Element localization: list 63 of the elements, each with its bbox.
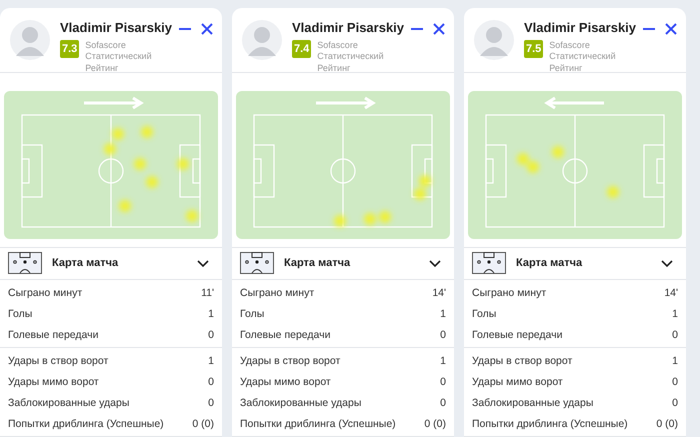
stat-value: 1 — [672, 354, 678, 366]
rating-label: Sofascore Статистический Рейтинг — [549, 40, 617, 74]
stat-value: 0 — [440, 396, 446, 408]
stat-value: 1 — [440, 354, 446, 366]
stat-label: Голы — [240, 308, 264, 320]
stat-value: 0 — [440, 376, 446, 388]
stat-value: 0 — [208, 376, 214, 388]
stat-value: 14' — [664, 286, 678, 298]
stat-value: 14' — [432, 286, 446, 298]
stat-label: Сыграно минут — [472, 286, 546, 298]
rating-badge: 7.5 — [524, 40, 544, 58]
avatar-icon — [474, 20, 514, 60]
stat-value: 1 — [440, 308, 446, 320]
stat-value: 0 (0) — [424, 418, 446, 430]
stat-label: Заблокированные удары — [240, 396, 362, 408]
stat-value: 0 — [208, 396, 214, 408]
stat-label: Попытки дриблинга (Успешные) — [472, 418, 628, 430]
close-icon — [664, 22, 678, 36]
stat-value: 0 — [208, 328, 214, 340]
player-name: Vladimir Pisarskiy — [292, 20, 404, 36]
stat-label: Попытки дриблинга (Успешные) — [8, 418, 164, 430]
rating-badge: 7.3 — [60, 40, 80, 58]
pitch-icon — [240, 252, 274, 274]
stat-value: 1 — [208, 354, 214, 366]
stat-label: Голевые передачи — [8, 328, 98, 340]
player-name: Vladimir Pisarskiy — [524, 20, 636, 36]
stat-label: Попытки дриблинга (Успешные) — [240, 418, 396, 430]
stat-label: Голы — [8, 308, 32, 320]
stat-value: 0 (0) — [656, 418, 678, 430]
pitch-icon — [8, 252, 42, 274]
stat-label: Удары мимо ворот — [240, 376, 331, 388]
pitch-icon — [472, 252, 506, 274]
stat-label: Голы — [472, 308, 496, 320]
stat-label: Удары в створ ворот — [240, 354, 340, 366]
avatar-icon — [10, 20, 50, 60]
stat-value: 1 — [672, 308, 678, 320]
close-icon — [200, 22, 214, 36]
stat-label: Сыграно минут — [240, 286, 314, 298]
rating-badge: 7.4 — [292, 40, 312, 58]
stat-label: Сыграно минут — [8, 286, 82, 298]
stat-value: 1 — [208, 308, 214, 320]
player-name: Vladimir Pisarskiy — [60, 20, 172, 36]
stat-value: 0 — [672, 376, 678, 388]
stat-label: Удары мимо ворот — [8, 376, 99, 388]
rating-label: Sofascore Статистический Рейтинг — [317, 40, 385, 74]
match-map-label: Карта матча — [516, 257, 584, 269]
stat-label: Голевые передачи — [472, 328, 562, 340]
close-icon — [432, 22, 446, 36]
match-map-label: Карта матча — [52, 257, 120, 269]
stat-label: Заблокированные удары — [472, 396, 594, 408]
rating-label: Sofascore Статистический Рейтинг — [85, 40, 153, 74]
stat-label: Заблокированные удары — [8, 396, 130, 408]
stat-value: 0 — [672, 396, 678, 408]
match-map-label: Карта матча — [284, 257, 352, 269]
avatar-icon — [242, 20, 282, 60]
stat-label: Удары в створ ворот — [8, 354, 108, 366]
stat-label: Удары мимо ворот — [472, 376, 563, 388]
stat-value: 0 (0) — [192, 418, 214, 430]
stat-label: Голевые передачи — [240, 328, 330, 340]
stat-value: 0 — [440, 328, 446, 340]
stat-value: 0 — [672, 328, 678, 340]
stat-label: Удары в створ ворот — [472, 354, 572, 366]
stat-value: 11' — [201, 286, 214, 298]
